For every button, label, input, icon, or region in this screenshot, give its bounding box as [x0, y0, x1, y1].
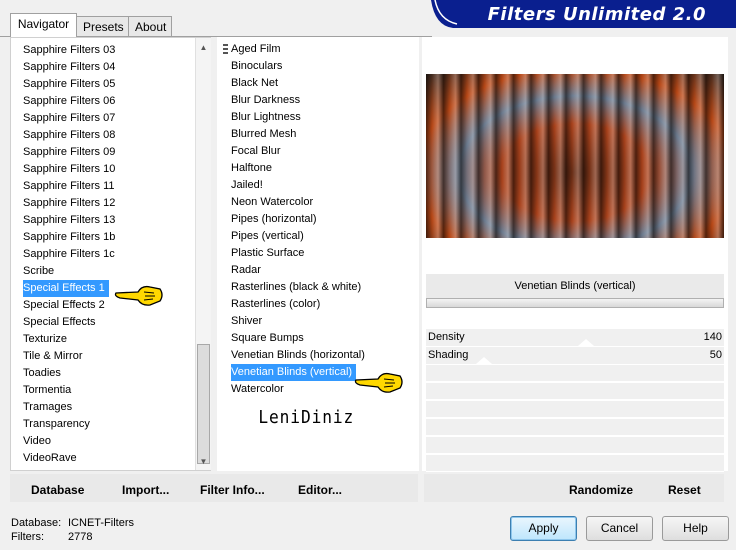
- filter-name-panel: Venetian Blinds (vertical): [426, 274, 724, 298]
- tab-about[interactable]: About: [128, 16, 172, 36]
- filter-item[interactable]: Pipes (vertical): [231, 228, 419, 245]
- category-item[interactable]: Scribe: [23, 263, 210, 280]
- param-row-empty: [426, 455, 724, 472]
- category-item[interactable]: Special Effects: [23, 314, 210, 331]
- import-button[interactable]: Import...: [122, 482, 169, 498]
- tab-navigator[interactable]: Navigator: [10, 13, 77, 37]
- category-item[interactable]: Transparency: [23, 416, 210, 433]
- right-button-bar: Randomize Reset: [424, 474, 724, 502]
- category-item[interactable]: Sapphire Filters 1b: [23, 229, 210, 246]
- density-label: Density: [428, 331, 465, 343]
- category-item[interactable]: Video: [23, 433, 210, 450]
- filter-item[interactable]: Jailed!: [231, 177, 419, 194]
- category-item[interactable]: Sapphire Filters 13: [23, 212, 210, 229]
- pointing-hand-icon: [114, 285, 163, 306]
- param-row-empty: [426, 419, 724, 436]
- filter-item[interactable]: Blurred Mesh: [231, 126, 419, 143]
- filter-item[interactable]: Rasterlines (black & white): [231, 279, 419, 296]
- filter-item[interactable]: Black Net: [231, 75, 419, 92]
- slider-thumb[interactable]: [577, 339, 594, 346]
- filter-item[interactable]: Neon Watercolor: [231, 194, 419, 211]
- filter-info-button[interactable]: Filter Info...: [200, 482, 265, 498]
- category-list[interactable]: Sapphire Filters 03 Sapphire Filters 04 Sa…: [10, 37, 211, 471]
- category-item[interactable]: Sapphire Filters 09: [23, 144, 210, 161]
- category-item[interactable]: Sapphire Filters 05: [23, 76, 210, 93]
- category-item[interactable]: Tramages: [23, 399, 210, 416]
- param-row-empty: [426, 401, 724, 418]
- density-slider[interactable]: Density 140: [426, 329, 724, 346]
- filter-item[interactable]: Venetian Blinds (vertical): [231, 364, 357, 381]
- category-item[interactable]: Tormentia: [23, 382, 210, 399]
- apply-button[interactable]: Apply: [510, 516, 577, 541]
- left-button-bar: Database Import... Filter Info... Editor…: [10, 474, 418, 502]
- param-row-empty: [426, 437, 724, 454]
- randomize-button[interactable]: Randomize: [569, 482, 633, 498]
- filter-item[interactable]: Rasterlines (color): [231, 296, 419, 313]
- filters-count-label: Filters:: [11, 531, 44, 543]
- category-item[interactable]: Sapphire Filters 04: [23, 59, 210, 76]
- grip-icon: [223, 44, 228, 55]
- filter-item[interactable]: Plastic Surface: [231, 245, 419, 262]
- category-scrollbar[interactable]: ▲ ▼: [195, 38, 211, 470]
- param-row-empty: [426, 365, 724, 382]
- category-item[interactable]: VideoRave: [23, 450, 210, 467]
- database-value: ICNET-Filters: [68, 517, 134, 529]
- watermark-signature: LeniDiniz: [258, 407, 355, 428]
- logo: Filters Unlimited 2.0: [431, 0, 736, 28]
- category-item[interactable]: Sapphire Filters 11: [23, 178, 210, 195]
- filter-item[interactable]: Shiver: [231, 313, 419, 330]
- pointing-hand-icon: [354, 372, 403, 393]
- filter-item[interactable]: Radar: [231, 262, 419, 279]
- filter-item[interactable]: Binoculars: [231, 58, 419, 75]
- category-item[interactable]: Sapphire Filters 06: [23, 93, 210, 110]
- filter-item[interactable]: Blur Lightness: [231, 109, 419, 126]
- category-item[interactable]: Sapphire Filters 03: [23, 42, 210, 59]
- category-item[interactable]: Special Effects 1: [23, 280, 109, 297]
- filter-list[interactable]: Aged Film Binoculars Black Net Blur Darknes…: [217, 37, 419, 471]
- category-item[interactable]: Sapphire Filters 07: [23, 110, 210, 127]
- category-item[interactable]: Sapphire Filters 1c: [23, 246, 210, 263]
- help-button[interactable]: Help: [662, 516, 729, 541]
- cancel-button[interactable]: Cancel: [586, 516, 653, 541]
- tab-presets[interactable]: Presets: [76, 16, 129, 36]
- shading-slider[interactable]: Shading 50: [426, 347, 724, 364]
- category-item[interactable]: Sapphire Filters 08: [23, 127, 210, 144]
- category-item[interactable]: Sapphire Filters 10: [23, 161, 210, 178]
- filter-item[interactable]: Blur Darkness: [231, 92, 419, 109]
- filter-item[interactable]: Halftone: [231, 160, 419, 177]
- scroll-up-icon[interactable]: ▲: [196, 40, 211, 56]
- shading-label: Shading: [428, 349, 469, 361]
- scroll-thumb[interactable]: [197, 344, 210, 464]
- filter-name-bar: [426, 298, 724, 308]
- logo-text: Filters Unlimited 2.0: [487, 4, 706, 25]
- density-value: 140: [703, 331, 722, 343]
- filter-item[interactable]: Venetian Blinds (horizontal): [231, 347, 419, 364]
- filter-item[interactable]: Square Bumps: [231, 330, 419, 347]
- filters-count-value: 2778: [68, 531, 93, 543]
- filter-item[interactable]: Pipes (horizontal): [231, 211, 419, 228]
- reset-button[interactable]: Reset: [668, 482, 701, 498]
- filter-item[interactable]: Focal Blur: [231, 143, 419, 160]
- slider-thumb[interactable]: [476, 357, 492, 364]
- category-item[interactable]: Texturize: [23, 331, 210, 348]
- filter-item[interactable]: Aged Film: [231, 41, 419, 58]
- database-button[interactable]: Database: [31, 482, 84, 498]
- category-item[interactable]: Sapphire Filters 12: [23, 195, 210, 212]
- category-item[interactable]: Tile & Mirror: [23, 348, 210, 365]
- editor-button[interactable]: Editor...: [298, 482, 342, 498]
- shading-value: 50: [709, 349, 722, 361]
- category-item[interactable]: Toadies: [23, 365, 210, 382]
- preview-image: [426, 74, 724, 238]
- database-label: Database:: [11, 517, 62, 529]
- scroll-down-icon[interactable]: ▼: [196, 454, 211, 470]
- param-row-empty: [426, 383, 724, 400]
